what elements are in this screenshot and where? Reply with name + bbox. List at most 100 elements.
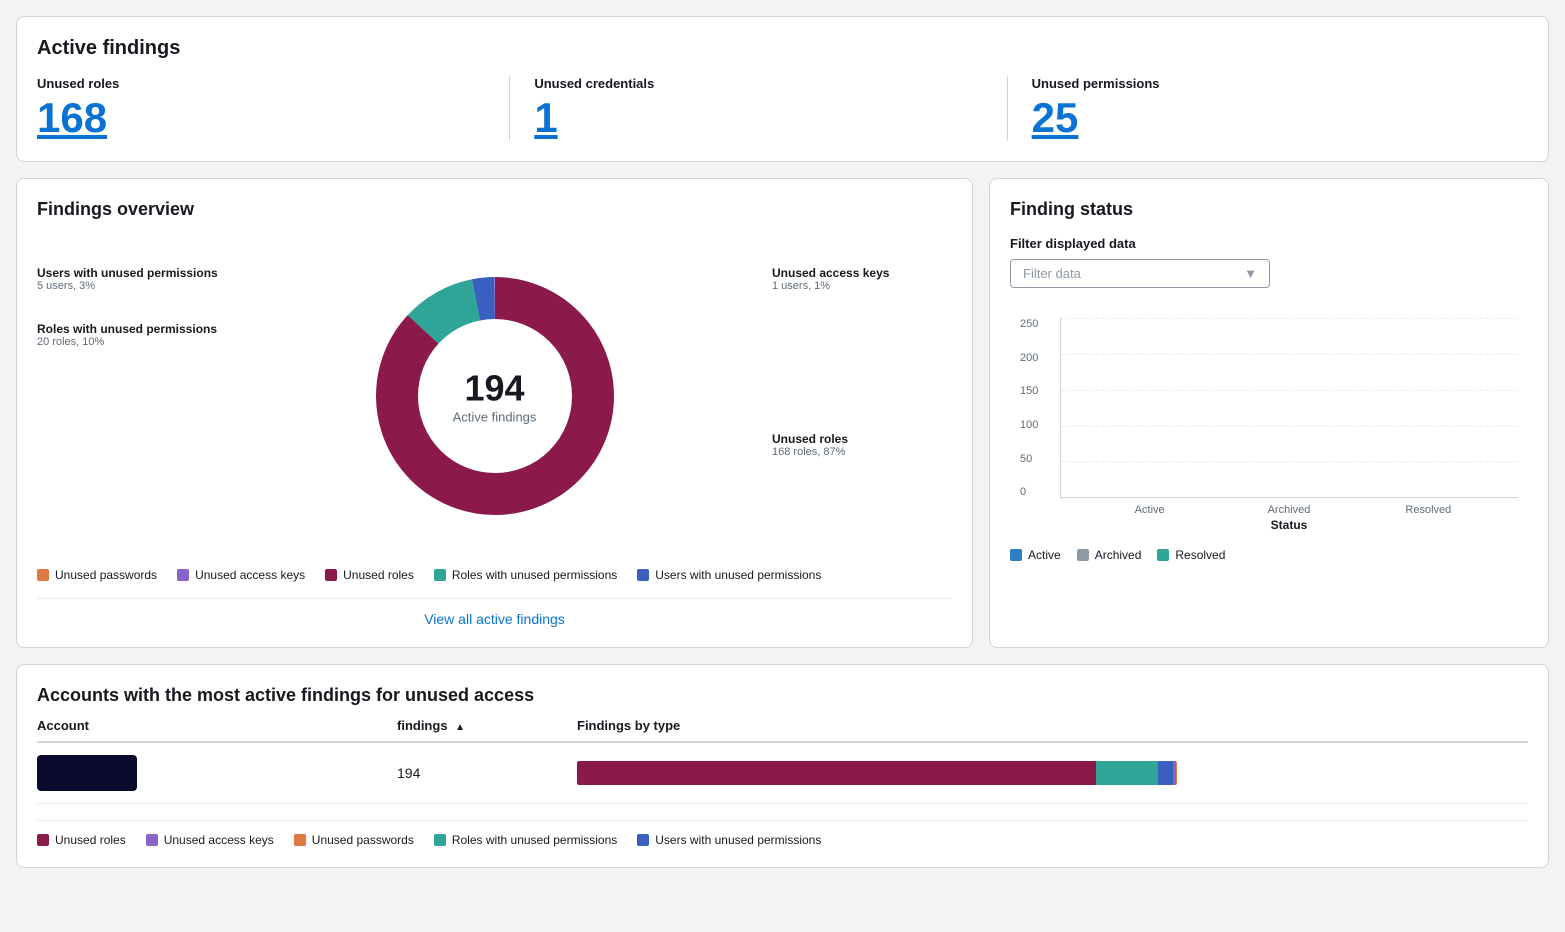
account-avatar (37, 755, 137, 791)
legend-label-users-unused-permissions: Users with unused permissions (655, 568, 821, 582)
legend-label-resolved: Resolved (1175, 548, 1225, 562)
stacked-bar-segment (577, 761, 1096, 785)
annotation-unused-access-keys: Unused access keys 1 users, 1% (772, 266, 952, 292)
legend-resolved: Resolved (1157, 548, 1225, 562)
legend-label-unused-passwords: Unused passwords (55, 568, 157, 582)
legend-dot-unused-roles (325, 569, 337, 581)
legend-roles-unused-permissions: Roles with unused permissions (434, 568, 617, 582)
legend-dot-active (1010, 549, 1022, 561)
view-all-findings: View all active findings (37, 598, 952, 627)
y-label-250: 250 (1020, 318, 1038, 330)
legend-label-accounts-roles-unused-permissions: Roles with unused permissions (452, 833, 617, 847)
legend-label-archived: Archived (1095, 548, 1142, 562)
legend-dot-accounts-unused-access-keys (146, 834, 158, 846)
col-account-header: Account (37, 718, 397, 733)
legend-accounts-roles-unused-permissions: Roles with unused permissions (434, 833, 617, 847)
col-by-type-header: Findings by type (577, 718, 1528, 733)
legend-dot-unused-passwords (37, 569, 49, 581)
legend-dot-accounts-unused-passwords (294, 834, 306, 846)
y-label-50: 50 (1020, 453, 1038, 465)
x-axis-title: Status (1060, 518, 1518, 532)
legend-label-active: Active (1028, 548, 1061, 562)
legend-dot-accounts-users-unused-permissions (637, 834, 649, 846)
stacked-bar (577, 761, 1177, 785)
donut-center: 194 Active findings (453, 368, 537, 425)
accounts-legend: Unused roles Unused access keys Unused p… (37, 820, 1528, 847)
annotation-unused-roles: Unused roles 168 roles, 87% (772, 432, 952, 458)
findings-overview-title: Findings overview (37, 199, 952, 220)
legend-dot-users-unused-permissions (637, 569, 649, 581)
findings-count: 194 (397, 765, 420, 781)
stat-unused-credentials: Unused credentials 1 (534, 76, 1007, 141)
ann-roles-title: Roles with unused permissions (37, 322, 237, 336)
findings-overview-card: Findings overview Users with unused perm… (16, 178, 973, 648)
legend-dot-roles-unused-permissions (434, 569, 446, 581)
unused-permissions-value[interactable]: 25 (1032, 95, 1480, 141)
legend-unused-access-keys: Unused access keys (177, 568, 305, 582)
findings-cell: 194 (397, 765, 577, 781)
stat-unused-permissions: Unused permissions 25 (1032, 76, 1504, 141)
legend-label-accounts-unused-roles: Unused roles (55, 833, 126, 847)
legend-active: Active (1010, 548, 1061, 562)
legend-users-unused-permissions: Users with unused permissions (637, 568, 821, 582)
view-all-link[interactable]: View all active findings (424, 611, 565, 627)
legend-accounts-unused-roles: Unused roles (37, 833, 126, 847)
legend-dot-unused-access-keys (177, 569, 189, 581)
filter-data-dropdown[interactable]: Filter data ▼ (1010, 259, 1270, 288)
bar-chart-legend: Active Archived Resolved (1010, 548, 1528, 562)
legend-dot-accounts-unused-roles (37, 834, 49, 846)
unused-permissions-label: Unused permissions (1032, 76, 1480, 91)
legend-label-unused-roles: Unused roles (343, 568, 414, 582)
legend-archived: Archived (1077, 548, 1142, 562)
unused-credentials-value[interactable]: 1 (534, 95, 982, 141)
stacked-bar-segment (1158, 761, 1174, 785)
account-cell (37, 755, 397, 791)
filter-placeholder: Filter data (1023, 266, 1081, 281)
y-label-100: 100 (1020, 419, 1038, 431)
y-label-150: 150 (1020, 385, 1038, 397)
col-findings-header[interactable]: findings ▲ (397, 718, 577, 733)
legend-label-accounts-unused-access-keys: Unused access keys (164, 833, 274, 847)
bar-chart: 250 200 150 100 50 0 (1010, 308, 1528, 532)
annotation-roles-unused-permissions: Roles with unused permissions 20 roles, … (37, 322, 237, 348)
table-row: 194 (37, 743, 1528, 804)
legend-dot-archived (1077, 549, 1089, 561)
ann-unused-roles-title: Unused roles (772, 432, 952, 446)
finding-status-card: Finding status Filter displayed data Fil… (989, 178, 1549, 648)
by-type-cell (577, 761, 1528, 785)
donut-center-label: Active findings (453, 410, 537, 425)
finding-status-title: Finding status (1010, 199, 1528, 220)
filter-label: Filter displayed data (1010, 236, 1528, 251)
annotation-users-unused-permissions: Users with unused permissions 5 users, 3… (37, 266, 237, 292)
stats-row: Unused roles 168 Unused credentials 1 Un… (37, 76, 1528, 141)
ann-access-title: Unused access keys (772, 266, 952, 280)
legend-dot-accounts-roles-unused-permissions (434, 834, 446, 846)
stacked-bar-segment (1096, 761, 1158, 785)
y-label-0: 0 (1020, 486, 1038, 498)
findings-legend: Unused passwords Unused access keys Unus… (37, 568, 952, 582)
legend-unused-passwords: Unused passwords (37, 568, 157, 582)
chevron-down-icon: ▼ (1244, 266, 1257, 281)
legend-accounts-unused-access-keys: Unused access keys (146, 833, 274, 847)
y-label-200: 200 (1020, 352, 1038, 364)
unused-credentials-label: Unused credentials (534, 76, 982, 91)
legend-dot-resolved (1157, 549, 1169, 561)
accounts-section-title: Accounts with the most active findings f… (37, 685, 1528, 706)
x-label-active: Active (1080, 504, 1219, 516)
legend-accounts-unused-passwords: Unused passwords (294, 833, 414, 847)
stat-unused-roles: Unused roles 168 (37, 76, 510, 141)
ann-users-title: Users with unused permissions (37, 266, 237, 280)
legend-label-unused-access-keys: Unused access keys (195, 568, 305, 582)
stacked-bar-segment (1176, 761, 1177, 785)
unused-roles-value[interactable]: 168 (37, 95, 485, 141)
page-title: Active findings (37, 37, 1528, 60)
accounts-card: Accounts with the most active findings f… (16, 664, 1549, 868)
unused-roles-label: Unused roles (37, 76, 485, 91)
legend-unused-roles: Unused roles (325, 568, 414, 582)
legend-accounts-users-unused-permissions: Users with unused permissions (637, 833, 821, 847)
ann-users-sub: 5 users, 3% (37, 280, 237, 292)
ann-unused-roles-sub: 168 roles, 87% (772, 446, 952, 458)
ann-roles-sub: 20 roles, 10% (37, 336, 237, 348)
donut-chart: 194 Active findings (355, 256, 635, 536)
x-label-archived: Archived (1219, 504, 1358, 516)
